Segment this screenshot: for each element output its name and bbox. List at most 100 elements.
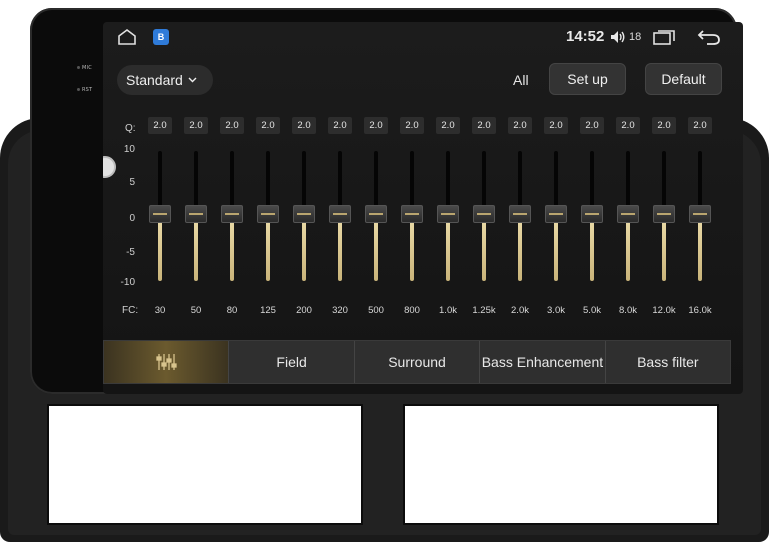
tab-field[interactable]: Field: [229, 341, 355, 383]
screen: B 14:52 18 Standard All Set up Default Q…: [103, 22, 743, 394]
slider-track-fill[interactable]: [554, 221, 558, 281]
preset-value: Standard: [126, 72, 183, 88]
q-value[interactable]: 2.0: [436, 117, 460, 134]
slider-knob[interactable]: [653, 205, 675, 223]
slider-track[interactable]: [662, 151, 666, 209]
slider-track-fill[interactable]: [410, 221, 414, 281]
q-value[interactable]: 2.0: [508, 117, 532, 134]
slider-track[interactable]: [518, 151, 522, 209]
slider-track-fill[interactable]: [338, 221, 342, 281]
slider-knob[interactable]: [473, 205, 495, 223]
default-button[interactable]: Default: [645, 63, 722, 95]
tab-surround[interactable]: Surround: [354, 341, 481, 383]
slider-track-fill[interactable]: [194, 221, 198, 281]
preset-dropdown[interactable]: Standard: [117, 65, 213, 95]
slider-track[interactable]: [590, 151, 594, 209]
q-value[interactable]: 2.0: [184, 117, 208, 134]
slider-track[interactable]: [482, 151, 486, 209]
slider-track[interactable]: [194, 151, 198, 209]
fc-value: 8.0k: [619, 305, 637, 316]
slider-knob[interactable]: [437, 205, 459, 223]
slider-knob[interactable]: [293, 205, 315, 223]
q-value[interactable]: 2.0: [652, 117, 676, 134]
tab-bass-filter[interactable]: Bass filter: [605, 341, 731, 383]
slider-track[interactable]: [338, 151, 342, 209]
volume-icon[interactable]: [610, 30, 626, 44]
q-value[interactable]: 2.0: [328, 117, 352, 134]
tab-bass-enhancement[interactable]: Bass Enhancement: [480, 341, 606, 383]
slider-track-fill[interactable]: [518, 221, 522, 281]
q-value[interactable]: 2.0: [616, 117, 640, 134]
tab-equalizer[interactable]: [104, 341, 230, 383]
q-value[interactable]: 2.0: [292, 117, 316, 134]
back-icon[interactable]: [697, 28, 721, 46]
slider-track-fill[interactable]: [482, 221, 486, 281]
slider-track[interactable]: [626, 151, 630, 209]
q-value[interactable]: 2.0: [148, 117, 172, 134]
mic-label: MIC: [82, 65, 92, 71]
eq-band: 2.0 3.0k: [544, 117, 568, 317]
slider-knob[interactable]: [545, 205, 567, 223]
eq-band: 2.0 2.0k: [508, 117, 532, 317]
slider-track[interactable]: [266, 151, 270, 209]
slider-knob[interactable]: [509, 205, 531, 223]
status-time: 14:52: [566, 28, 605, 45]
slider-track-fill[interactable]: [626, 221, 630, 281]
slider-track-fill[interactable]: [158, 221, 162, 281]
slider-track[interactable]: [302, 151, 306, 209]
all-toggle[interactable]: All: [513, 72, 529, 88]
fc-row-label: FC:: [122, 305, 139, 316]
slider-knob[interactable]: [689, 205, 711, 223]
floating-assistive-ball[interactable]: [103, 156, 116, 178]
q-value[interactable]: 2.0: [220, 117, 244, 134]
status-bar: B 14:52 18: [103, 22, 743, 52]
slider-knob[interactable]: [329, 205, 351, 223]
slider-knob[interactable]: [257, 205, 279, 223]
eq-band: 2.0 500: [364, 117, 388, 317]
slider-track[interactable]: [410, 151, 414, 209]
q-value[interactable]: 2.0: [400, 117, 424, 134]
setup-button[interactable]: Set up: [549, 63, 626, 95]
eq-band: 2.0 320: [328, 117, 352, 317]
slider-track-fill[interactable]: [374, 221, 378, 281]
slider-knob[interactable]: [221, 205, 243, 223]
slider-knob[interactable]: [401, 205, 423, 223]
slider-track[interactable]: [374, 151, 378, 209]
q-value[interactable]: 2.0: [544, 117, 568, 134]
q-value[interactable]: 2.0: [688, 117, 712, 134]
reset-hole[interactable]: [77, 88, 80, 91]
slider-track-fill[interactable]: [698, 221, 702, 281]
recent-apps-icon[interactable]: [653, 30, 675, 45]
notification-app-icon[interactable]: B: [153, 29, 169, 45]
slider-track[interactable]: [554, 151, 558, 209]
equalizer-icon: [156, 354, 177, 370]
q-value[interactable]: 2.0: [256, 117, 280, 134]
slider-track-fill[interactable]: [662, 221, 666, 281]
slider-track-fill[interactable]: [230, 221, 234, 281]
fc-value: 500: [368, 305, 384, 316]
slider-knob[interactable]: [185, 205, 207, 223]
slider-track[interactable]: [698, 151, 702, 209]
slider-knob[interactable]: [365, 205, 387, 223]
slider-knob[interactable]: [581, 205, 603, 223]
q-value[interactable]: 2.0: [472, 117, 496, 134]
slider-knob[interactable]: [149, 205, 171, 223]
slider-knob[interactable]: [617, 205, 639, 223]
eq-band: 2.0 8.0k: [616, 117, 640, 317]
slider-track[interactable]: [158, 151, 162, 209]
slider-track[interactable]: [230, 151, 234, 209]
slider-track[interactable]: [446, 151, 450, 209]
home-icon[interactable]: [117, 29, 137, 45]
q-value[interactable]: 2.0: [364, 117, 388, 134]
slider-track-fill[interactable]: [590, 221, 594, 281]
eq-band: 2.0 80: [220, 117, 244, 317]
q-value[interactable]: 2.0: [580, 117, 604, 134]
fc-value: 50: [190, 305, 202, 316]
eq-band: 2.0 16.0k: [688, 117, 712, 317]
slider-track-fill[interactable]: [446, 221, 450, 281]
volume-level: 18: [629, 31, 642, 43]
eq-band: 2.0 12.0k: [652, 117, 676, 317]
mic-hole: [77, 66, 80, 69]
slider-track-fill[interactable]: [266, 221, 270, 281]
slider-track-fill[interactable]: [302, 221, 306, 281]
